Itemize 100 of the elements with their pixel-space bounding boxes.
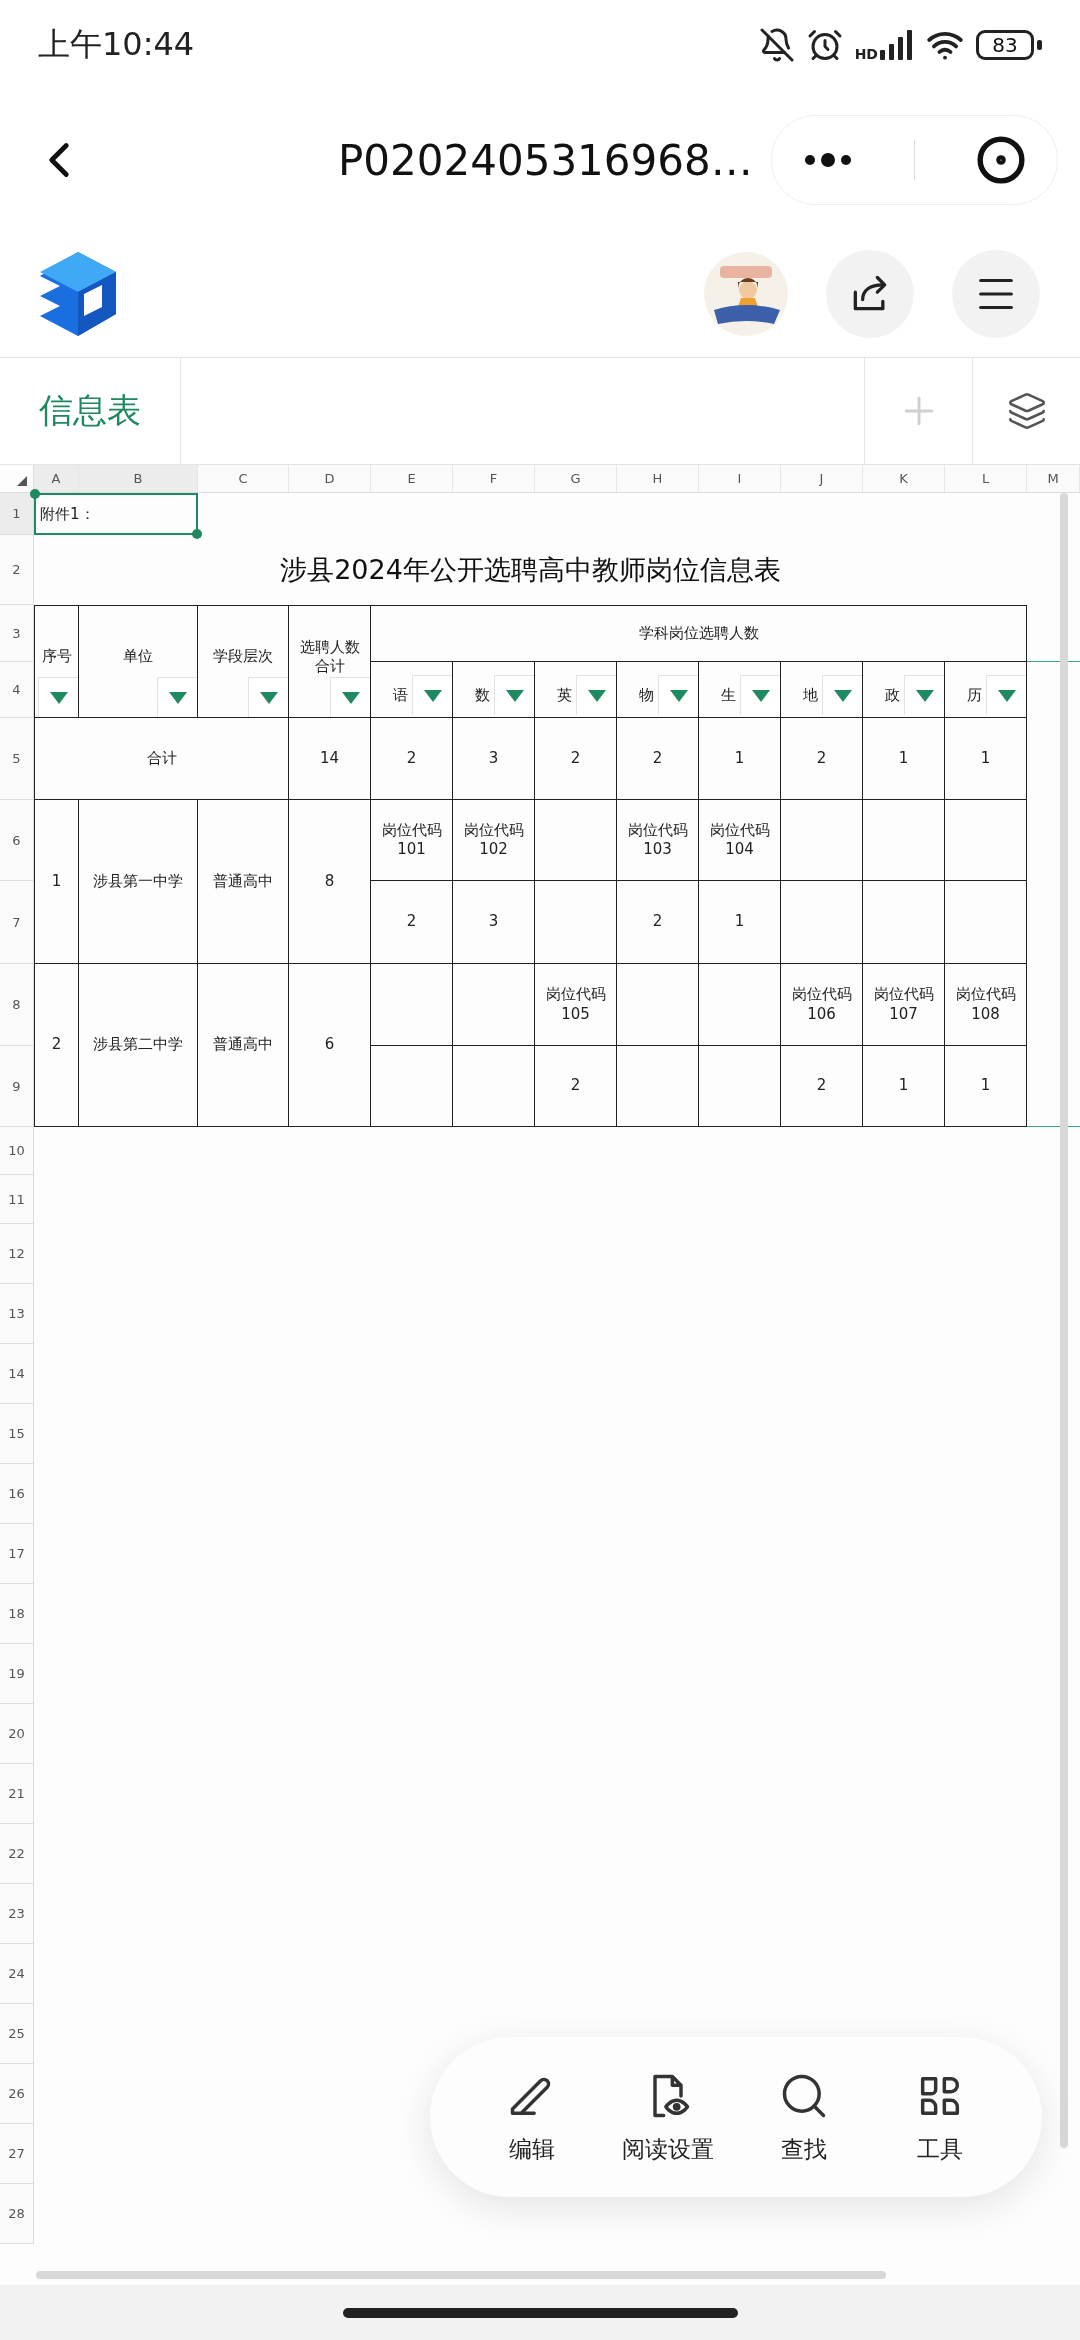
filter-button[interactable] bbox=[658, 675, 698, 715]
table-cell: 2 bbox=[781, 718, 863, 800]
column-header[interactable]: E bbox=[371, 465, 453, 493]
toolbar-button[interactable]: 查找 bbox=[745, 2069, 863, 2165]
table-cell: 3 bbox=[453, 718, 535, 800]
column-header[interactable]: M bbox=[1027, 465, 1080, 493]
filter-button[interactable] bbox=[38, 677, 78, 717]
alarm-clock-icon bbox=[806, 27, 843, 63]
close-button[interactable] bbox=[976, 135, 1027, 185]
filter-button[interactable] bbox=[740, 675, 780, 715]
column-heading: 选聘人数合计 bbox=[289, 605, 371, 718]
row-header[interactable]: 4 bbox=[0, 662, 34, 718]
more-button[interactable] bbox=[802, 153, 853, 167]
row-header[interactable]: 23 bbox=[0, 1884, 34, 1944]
table-cell: 1 bbox=[34, 800, 79, 964]
row-header[interactable]: 25 bbox=[0, 2004, 34, 2064]
column-heading: 学段层次 bbox=[198, 605, 289, 718]
filter-button[interactable] bbox=[986, 675, 1026, 715]
row-header[interactable]: 21 bbox=[0, 1764, 34, 1824]
row-header[interactable]: 14 bbox=[0, 1344, 34, 1404]
row-header[interactable]: 11 bbox=[0, 1175, 34, 1224]
table-cell: 2 bbox=[617, 881, 699, 964]
target-icon bbox=[976, 135, 1027, 185]
column-header[interactable]: C bbox=[198, 465, 289, 493]
signal-icon bbox=[880, 30, 914, 60]
row-header[interactable]: 24 bbox=[0, 1944, 34, 2004]
filter-button[interactable] bbox=[822, 675, 862, 715]
toolbar-button[interactable]: 工具 bbox=[881, 2069, 999, 2165]
sheet-title: 涉县2024年公开选聘高中教师岗位信息表 bbox=[279, 553, 782, 587]
row-header[interactable]: 18 bbox=[0, 1584, 34, 1644]
table-cell: 岗位代码 103 bbox=[617, 800, 699, 881]
column-header[interactable]: A bbox=[34, 465, 79, 493]
table-cell: 2 bbox=[535, 1046, 617, 1127]
filter-button[interactable] bbox=[412, 675, 452, 715]
filter-button[interactable] bbox=[904, 675, 944, 715]
row-header[interactable]: 7 bbox=[0, 881, 34, 964]
filter-button[interactable] bbox=[494, 675, 534, 715]
row-header[interactable]: 15 bbox=[0, 1404, 34, 1464]
row-header[interactable]: 22 bbox=[0, 1824, 34, 1884]
column-header[interactable]: H bbox=[617, 465, 699, 493]
row-header[interactable]: 12 bbox=[0, 1224, 34, 1284]
filter-button[interactable] bbox=[330, 677, 370, 717]
table-cell: 合计 bbox=[34, 718, 289, 800]
row-header[interactable]: 5 bbox=[0, 718, 34, 800]
row-header[interactable]: 27 bbox=[0, 2124, 34, 2184]
column-header[interactable]: J bbox=[781, 465, 863, 493]
table-cell: 14 bbox=[289, 718, 371, 800]
subject-label: 英 bbox=[557, 685, 572, 705]
row-header[interactable]: 28 bbox=[0, 2184, 34, 2244]
caret-icon bbox=[48, 690, 69, 705]
row-header[interactable]: 9 bbox=[0, 1046, 34, 1127]
table-cell: 普通高中 bbox=[198, 800, 289, 964]
caret-icon bbox=[832, 688, 853, 703]
subject-label: 数 bbox=[475, 685, 490, 705]
row-header[interactable]: 17 bbox=[0, 1524, 34, 1584]
table-cell: 1 bbox=[945, 718, 1027, 800]
column-header[interactable]: K bbox=[863, 465, 945, 493]
table-cell: 涉县第二中学 bbox=[79, 964, 198, 1127]
column-header[interactable]: I bbox=[699, 465, 781, 493]
row-header[interactable]: 3 bbox=[0, 605, 34, 662]
column-header[interactable]: F bbox=[453, 465, 535, 493]
caret-icon bbox=[586, 688, 607, 703]
subject-label: 历 bbox=[967, 685, 982, 705]
row-header[interactable]: 2 bbox=[0, 535, 34, 605]
row-header[interactable]: 13 bbox=[0, 1284, 34, 1344]
column-header[interactable]: B bbox=[79, 465, 198, 493]
row-header[interactable]: 8 bbox=[0, 964, 34, 1046]
table-cell: 1 bbox=[863, 718, 945, 800]
row-header[interactable]: 1 bbox=[0, 493, 34, 535]
table-cell: 1 bbox=[945, 1046, 1027, 1127]
group-heading: 学科岗位选聘人数 bbox=[371, 605, 1027, 662]
subject-label: 地 bbox=[803, 685, 818, 705]
network-type: HD bbox=[854, 46, 878, 62]
home-indicator[interactable] bbox=[342, 2307, 738, 2318]
table-cell: 2 bbox=[617, 718, 699, 800]
filter-button[interactable] bbox=[248, 677, 288, 717]
row-header[interactable]: 6 bbox=[0, 800, 34, 881]
row-header[interactable]: 10 bbox=[0, 1127, 34, 1175]
row-header[interactable]: 20 bbox=[0, 1704, 34, 1764]
caret-icon bbox=[914, 688, 935, 703]
status-time: 上午10:44 bbox=[38, 24, 195, 65]
row-header[interactable]: 16 bbox=[0, 1464, 34, 1524]
filter-button[interactable] bbox=[157, 677, 197, 717]
column-header[interactable]: G bbox=[535, 465, 617, 493]
select-all-icon[interactable] bbox=[17, 476, 27, 486]
caret-icon bbox=[996, 688, 1017, 703]
toolbar-button[interactable]: 编辑 bbox=[473, 2069, 591, 2165]
column-header[interactable]: L bbox=[945, 465, 1027, 493]
table-cell: 岗位代码 102 bbox=[453, 800, 535, 881]
row-header[interactable]: 26 bbox=[0, 2064, 34, 2124]
filter-button[interactable] bbox=[576, 675, 616, 715]
toolbar-button[interactable]: 阅读设置 bbox=[609, 2069, 727, 2165]
column-heading: 序号 bbox=[34, 605, 79, 718]
vertical-scrollbar[interactable] bbox=[1060, 493, 1068, 2148]
caret-icon bbox=[258, 690, 279, 705]
table-cell: 2 bbox=[781, 1046, 863, 1127]
column-heading: 单位 bbox=[79, 605, 198, 718]
column-header[interactable]: D bbox=[289, 465, 371, 493]
row-header[interactable]: 19 bbox=[0, 1644, 34, 1704]
horizontal-scrollbar[interactable] bbox=[36, 2271, 886, 2279]
